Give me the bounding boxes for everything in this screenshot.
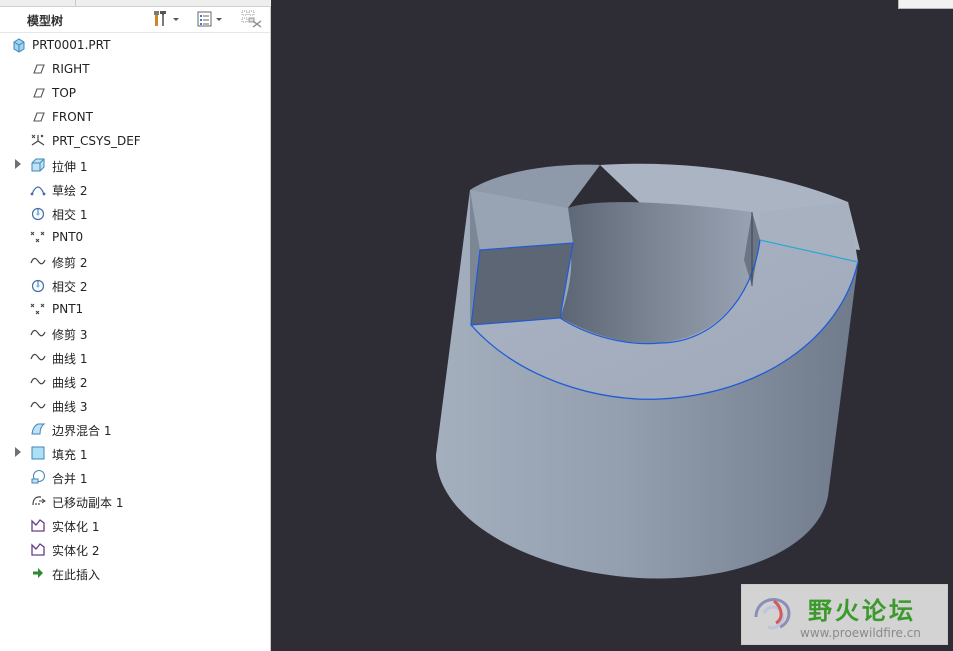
tree-item-moved-copy-1[interactable]: 已移动副本 1 xyxy=(0,490,268,512)
tree-item-label: 曲线 1 xyxy=(52,352,88,366)
graphics-viewport[interactable] xyxy=(271,0,953,651)
datum-plane-icon xyxy=(30,85,46,101)
tree-show-button[interactable] xyxy=(196,10,224,28)
tree-filter-icon xyxy=(241,10,262,28)
tree-item-label: 合并 1 xyxy=(52,472,88,486)
tree-item-curve-3[interactable]: 曲线 3 xyxy=(0,394,268,416)
chevron-down-icon xyxy=(173,18,179,21)
watermark-title: 野火论坛 xyxy=(808,597,916,625)
model-tree-panel: 模型树 PRT0001.PRT RIGHT TOP FRONT PRT_CSYS… xyxy=(0,0,271,651)
tree-item-label: PNT1 xyxy=(52,302,84,316)
tree-item-label: 修剪 3 xyxy=(52,328,88,342)
tree-item-boundary-blend-1[interactable]: 边界混合 1 xyxy=(0,418,268,440)
tree-item-label: 曲线 2 xyxy=(52,376,88,390)
tree-item-solidify-1[interactable]: 实体化 1 xyxy=(0,514,268,536)
tree-item-curve-1[interactable]: 曲线 1 xyxy=(0,346,268,368)
tree-item-label: 实体化 2 xyxy=(52,544,100,558)
moved-copy-icon xyxy=(30,493,46,509)
tree-item-label: TOP xyxy=(52,86,77,100)
tree-settings-button[interactable] xyxy=(152,10,180,28)
part-icon xyxy=(11,37,27,53)
curve-icon xyxy=(30,397,46,413)
tree-item-label: 相交 2 xyxy=(52,280,88,294)
solidify-icon xyxy=(30,517,46,533)
expand-arrow-icon[interactable] xyxy=(15,447,21,457)
tree-item-sketch-2[interactable]: 草绘 2 xyxy=(0,178,268,200)
tree-item-intersect-2[interactable]: 相交 2 xyxy=(0,274,268,296)
csys-icon xyxy=(30,133,46,149)
tree-filter-button[interactable] xyxy=(241,10,263,28)
curve-icon xyxy=(30,349,46,365)
datum-point-icon xyxy=(30,301,46,317)
tree-item-merge-1[interactable]: 合并 1 xyxy=(0,466,268,488)
datum-point-icon xyxy=(30,229,46,245)
tree-item-solidify-2[interactable]: 实体化 2 xyxy=(0,538,268,560)
tree-item-csys[interactable]: PRT_CSYS_DEF xyxy=(0,130,268,152)
view-toolbar[interactable] xyxy=(898,0,953,9)
model-tree-header: 模型树 xyxy=(0,6,270,33)
tree-item-top[interactable]: TOP xyxy=(0,82,268,104)
intersect-icon xyxy=(30,205,46,221)
tree-item-label: PNT0 xyxy=(52,230,84,244)
intersect-icon xyxy=(30,277,46,293)
fill-icon xyxy=(30,445,46,461)
tree-item-label: PRT0001.PRT xyxy=(32,38,111,52)
tree-item-extrude-1[interactable]: 拉伸 1 xyxy=(0,154,268,176)
forum-watermark: 野火论坛 www.proewildfire.cn xyxy=(741,584,948,645)
tree-item-label: 实体化 1 xyxy=(52,520,100,534)
tree-item-label: 已移动副本 1 xyxy=(52,496,124,510)
3d-part-model xyxy=(436,163,860,579)
list-view-icon xyxy=(197,11,212,27)
tree-item-insert-here[interactable]: 在此插入 xyxy=(0,562,268,584)
tree-item-right[interactable]: RIGHT xyxy=(0,58,268,80)
tools-icon xyxy=(154,11,166,26)
tree-item-label: RIGHT xyxy=(52,62,90,76)
tree-item-trim-3[interactable]: 修剪 3 xyxy=(0,322,268,344)
tree-item-trim-2[interactable]: 修剪 2 xyxy=(0,250,268,272)
tree-item-label: 修剪 2 xyxy=(52,256,88,270)
tree-item-label: 在此插入 xyxy=(52,568,101,582)
tree-item-intersect-1[interactable]: 相交 1 xyxy=(0,202,268,224)
forum-logo-icon xyxy=(754,598,791,630)
curve-icon xyxy=(30,325,46,341)
extrude-icon xyxy=(30,157,46,173)
tree-item-pnt1[interactable]: PNT1 xyxy=(0,298,268,320)
tree-item-curve-2[interactable]: 曲线 2 xyxy=(0,370,268,392)
tree-item-label: 草绘 2 xyxy=(52,184,88,198)
merge-icon xyxy=(30,469,46,485)
datum-plane-icon xyxy=(30,109,46,125)
tree-item-label: 填充 1 xyxy=(52,448,88,462)
tree-item-front[interactable]: FRONT xyxy=(0,106,268,128)
tree-item-label: 拉伸 1 xyxy=(52,160,88,174)
tree-item-label: 边界混合 1 xyxy=(52,424,112,438)
insert-here-arrow-icon xyxy=(30,565,46,581)
expand-arrow-icon[interactable] xyxy=(15,159,21,169)
chevron-down-icon xyxy=(216,18,222,21)
tree-item-fill-1[interactable]: 填充 1 xyxy=(0,442,268,464)
tree-item-label: 曲线 3 xyxy=(52,400,88,414)
tree-item-label: FRONT xyxy=(52,110,93,124)
boundary-blend-icon xyxy=(30,421,46,437)
model-tree-title: 模型树 xyxy=(27,14,64,28)
curve-icon xyxy=(30,373,46,389)
tree-item-label: 相交 1 xyxy=(52,208,88,222)
curve-icon xyxy=(30,253,46,269)
solidify-icon xyxy=(30,541,46,557)
tree-item-pnt0[interactable]: PNT0 xyxy=(0,226,268,248)
watermark-url: www.proewildfire.cn xyxy=(800,626,921,640)
tree-item-label: PRT_CSYS_DEF xyxy=(52,134,141,148)
tree-root-item[interactable]: PRT0001.PRT xyxy=(0,34,268,56)
sketch-icon xyxy=(30,181,46,197)
datum-plane-icon xyxy=(30,61,46,77)
